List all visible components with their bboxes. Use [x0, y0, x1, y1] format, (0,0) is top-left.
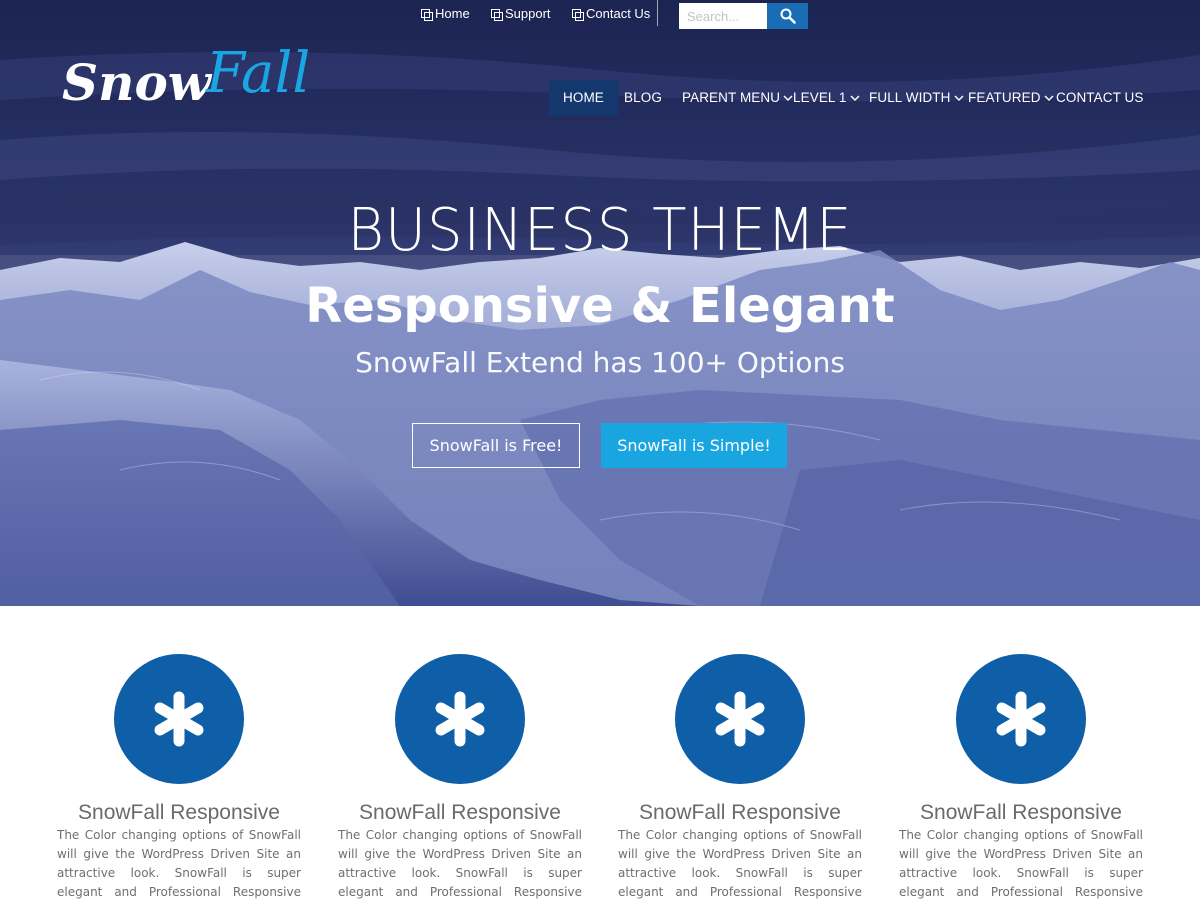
hero-subtitle: Responsive & Elegant — [305, 278, 895, 334]
top-divider — [657, 0, 658, 26]
nav-item-label: FEATURED — [968, 90, 1041, 105]
page-icon — [421, 8, 433, 21]
feature-description: The Color changing options of SnowFall w… — [899, 828, 1143, 899]
feature-icon-circle[interactable] — [395, 654, 525, 784]
free-button[interactable]: SnowFall is Free! — [412, 423, 580, 468]
feature-icon-circle[interactable] — [114, 654, 244, 784]
feature-title: SnowFall Responsive — [639, 801, 841, 824]
top-utility-bar: Home Support Contact Us — [0, 0, 1200, 32]
top-link-label: Contact Us — [586, 6, 651, 21]
chevron-down-icon — [783, 95, 793, 102]
feature-icon-circle[interactable] — [956, 654, 1086, 784]
nav-item-label: FULL WIDTH — [869, 90, 951, 105]
chevron-down-icon — [1044, 95, 1054, 102]
feature-title: SnowFall Responsive — [78, 801, 280, 824]
nav-item-contact-us[interactable]: CONTACT US — [1056, 80, 1144, 116]
nav-item-label: CONTACT US — [1056, 90, 1144, 105]
asterisk-icon — [154, 691, 204, 747]
top-link-home[interactable]: Home — [421, 6, 470, 21]
search-button[interactable] — [767, 3, 808, 29]
top-link-label: Home — [435, 6, 470, 21]
page-icon — [491, 8, 503, 21]
hero-title: BUSINESS THEME — [0, 196, 1200, 264]
feature-description: The Color changing options of SnowFall w… — [57, 828, 301, 899]
chevron-down-icon — [849, 95, 860, 102]
nav-item-level-1[interactable]: LEVEL 1 — [793, 80, 860, 116]
simple-button[interactable]: SnowFall is Simple! — [601, 423, 787, 468]
nav-item-full-width[interactable]: FULL WIDTH — [869, 80, 964, 116]
chevron-down-icon — [953, 95, 964, 102]
asterisk-icon — [996, 691, 1046, 747]
hero-title-text: BUSINESS THEME — [347, 196, 853, 265]
nav-item-parent-menu[interactable]: PARENT MENU — [682, 80, 793, 116]
top-link-support[interactable]: Support — [491, 6, 551, 21]
nav-item-label: LEVEL 1 — [793, 90, 847, 105]
nav-item-label: PARENT MENU — [682, 90, 781, 105]
nav-item-home[interactable]: HOME — [549, 80, 618, 116]
nav-item-label: HOME — [563, 90, 604, 105]
main-navigation: HOME BLOG PARENT MENU LEVEL 1 FULL WIDTH… — [0, 80, 1200, 116]
asterisk-icon — [715, 691, 765, 747]
search-input[interactable] — [679, 3, 768, 29]
top-link-label: Support — [505, 6, 551, 21]
asterisk-icon — [435, 691, 485, 747]
nav-item-label: BLOG — [624, 90, 662, 105]
feature-description: The Color changing options of SnowFall w… — [618, 828, 862, 899]
search-icon — [780, 8, 796, 24]
top-link-contact[interactable]: Contact Us — [572, 6, 650, 21]
feature-title: SnowFall Responsive — [920, 801, 1122, 824]
feature-description: The Color changing options of SnowFall w… — [338, 828, 582, 899]
nav-item-featured[interactable]: FEATURED — [968, 80, 1054, 116]
hero-tagline: SnowFall Extend has 100+ Options — [355, 346, 845, 379]
feature-title: SnowFall Responsive — [359, 801, 561, 824]
nav-item-blog[interactable]: BLOG — [624, 80, 662, 116]
page-icon — [572, 8, 584, 21]
feature-icon-circle[interactable] — [675, 654, 805, 784]
hero-section: Home Support Contact Us Snow Fall HOME — [0, 0, 1200, 606]
